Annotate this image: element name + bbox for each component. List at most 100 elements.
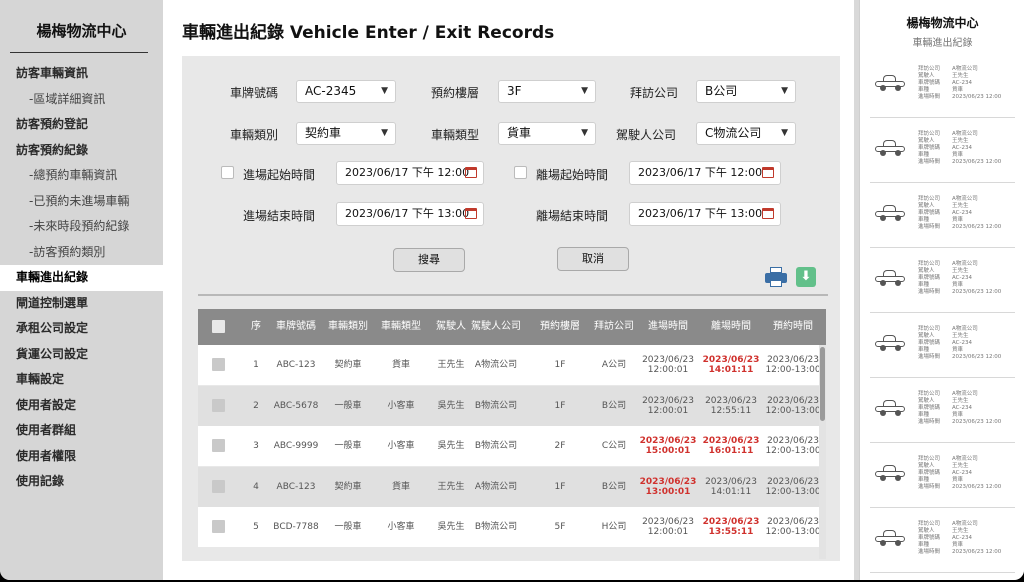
sidebar-item[interactable]: -總預約車輛資訊 [0, 163, 163, 189]
preview-card-line: 拜訪公司 A物流公司 [918, 131, 1001, 138]
column-header[interactable]: 進場時間 [637, 309, 699, 345]
preview-field-label: 駕駛人 [918, 333, 935, 339]
preview-card-info: 拜訪公司 A物流公司 駕駛人 王先生 車牌號碼 AC-234 車種 貨車 進場時間 2023/06… [918, 391, 1001, 426]
column-header[interactable]: 離場時間 [700, 309, 762, 345]
preview-card-line: 車種 貨車 [918, 412, 1001, 419]
calendar-icon[interactable] [465, 208, 477, 219]
sidebar-item[interactable]: 使用者設定 [0, 393, 163, 419]
scrollbar-thumb[interactable] [820, 347, 825, 421]
search-button[interactable]: 搜尋 [393, 248, 465, 272]
column-header[interactable]: 預約樓層 [535, 309, 585, 345]
preview-card-info: 拜訪公司 A物流公司 駕駛人 王先生 車牌號碼 AC-234 車種 貨車 進場時間 2023/06… [918, 66, 1001, 101]
sidebar-item[interactable]: 閘道控制選單 [0, 291, 163, 317]
driver-company-select[interactable]: C物流公司 ▼ [696, 122, 796, 145]
preview-card-line: 車牌號碼 AC-234 [918, 535, 1001, 542]
preview-field-label: 車牌號碼 [918, 80, 941, 86]
sidebar-item[interactable]: 承租公司設定 [0, 316, 163, 342]
enter-start-input[interactable]: 2023/06/17 下午 12:00 [336, 161, 484, 185]
preview-card-info: 拜訪公司 A物流公司 駕駛人 王先生 車牌號碼 AC-234 車種 貨車 進場時間 2023/06… [918, 326, 1001, 361]
sidebar-item[interactable]: 車輛進出紀錄 [0, 265, 163, 291]
vehicle-type-label: 車輛類型 [431, 128, 480, 142]
sidebar-item[interactable]: 貨運公司設定 [0, 342, 163, 368]
column-header[interactable]: 駕駛人 [433, 309, 469, 345]
vehicle-type-select[interactable]: 貨車 ▼ [498, 122, 596, 145]
preview-field-value: AC-234 [952, 340, 972, 346]
preview-card-line: 進場時間 2023/06/23 12:00 [918, 354, 1001, 361]
sidebar-item[interactable]: 訪客車輛資訊 [0, 61, 163, 87]
column-header[interactable]: 車輛類型 [376, 309, 426, 345]
vehicle-class-select[interactable]: 契約車 ▼ [296, 122, 396, 145]
printer-icon[interactable] [765, 267, 787, 287]
enter-end-input[interactable]: 2023/06/17 下午 13:00 [336, 202, 484, 226]
car-icon-part [880, 215, 886, 221]
preview-card-line: 車牌號碼 AC-234 [918, 210, 1001, 217]
preview-field-value: 貨車 [952, 282, 964, 288]
column-header[interactable]: 駕駛人公司 [468, 309, 524, 345]
preview-field-value: 2023/06/23 12:00 [952, 224, 1002, 230]
table-cell: B物流公司 [474, 441, 518, 451]
row-checkbox[interactable] [212, 520, 225, 533]
calendar-icon[interactable] [465, 167, 477, 178]
sidebar-menu: 訪客車輛資訊 -區域詳細資訊 訪客預約登記 訪客預約紀錄 -總預約車輛資訊 -已預約未進場… [0, 61, 163, 495]
preview-field-label: 車牌號碼 [918, 405, 941, 411]
preview-field-value: 貨車 [952, 542, 964, 548]
column-header[interactable]: 車牌號碼 [270, 309, 322, 345]
sidebar-item[interactable]: 使用者群組 [0, 418, 163, 444]
calendar-icon[interactable] [762, 208, 774, 219]
sidebar-item[interactable]: 車輛設定 [0, 367, 163, 393]
table-row[interactable]: 4 ABC-123 契約車 貨車 王先生 A物流公司 1F B公司 2023/06/23 13:0… [198, 466, 821, 507]
table-row[interactable]: 2 ABC-5678 一般車 小客車 吳先生 B物流公司 1F B公司 2023/06/23 12… [198, 385, 821, 426]
sidebar-item[interactable]: 訪客預約登記 [0, 112, 163, 138]
printer-icon-paper [770, 280, 782, 287]
sidebar-item[interactable]: 訪客預約紀錄 [0, 138, 163, 164]
table-row[interactable]: 3 ABC-9999 一般車 小客車 吳先生 B物流公司 2F C公司 2023/06/23 15… [198, 426, 821, 466]
preview-field-label: 車牌號碼 [918, 275, 941, 281]
exit-start-input[interactable]: 2023/06/17 下午 12:00 [629, 161, 781, 185]
preview-field-label: 進場時間 [918, 354, 941, 360]
enter-time-checkbox[interactable] [221, 166, 234, 179]
floor-label: 預約樓層 [431, 86, 480, 100]
floor-select[interactable]: 3F ▼ [498, 80, 596, 103]
column-header[interactable]: 序 [247, 309, 265, 345]
preview-field-label: 車牌號碼 [918, 340, 941, 346]
preview-title: 楊梅物流中心 [906, 16, 979, 30]
row-checkbox[interactable] [212, 479, 225, 493]
table-row[interactable]: 5 BCD-7788 一般車 小客車 吳先生 B物流公司 5F H公司 2023/06/23 12… [198, 507, 821, 547]
preview-card-line: 進場時間 2023/06/23 12:00 [918, 159, 1001, 166]
sidebar-item[interactable]: -未來時段預約紀錄 [0, 214, 163, 240]
time-cell-time: 13:55:11 [708, 527, 754, 537]
exit-start-label: 離場起始時間 [536, 168, 609, 182]
sidebar-item[interactable]: -區域詳細資訊 [0, 87, 163, 113]
sidebar-item[interactable]: 使用記錄 [0, 469, 163, 495]
preview-field-value: AC-234 [952, 80, 972, 86]
sidebar-item[interactable]: -已預約未進場車輛 [0, 189, 163, 215]
select-all-checkbox[interactable] [212, 320, 225, 333]
plate-select[interactable]: AC-2345 ▼ [296, 80, 396, 103]
preview-card-line: 駕駛人 王先生 [918, 528, 1001, 535]
column-header[interactable]: 拜訪公司 [592, 309, 636, 345]
table-row[interactable]: 1 ABC-123 契約車 貨車 王先生 A物流公司 1F A公司 2023/06/23 12:0… [198, 345, 821, 385]
company-select[interactable]: B公司 ▼ [696, 80, 796, 103]
sidebar-item[interactable]: 使用者權限 [0, 444, 163, 470]
cancel-button[interactable]: 取消 [557, 247, 629, 271]
exit-time-checkbox[interactable] [514, 166, 527, 179]
sidebar-item[interactable]: -訪客預約類別 [0, 240, 163, 266]
table-scrollbar[interactable] [819, 345, 826, 559]
preview-field-label: 進場時間 [918, 159, 941, 165]
column-header[interactable]: 預約時間 [762, 309, 824, 345]
preview-card-line: 駕駛人 王先生 [918, 138, 1001, 145]
preview-card-line: 駕駛人 王先生 [918, 268, 1001, 275]
preview-field-label: 車種 [918, 282, 930, 288]
preview-card-line: 車種 貨車 [918, 282, 1001, 289]
download-icon[interactable]: ⬇ [796, 267, 816, 287]
preview-field-label: 駕駛人 [918, 138, 935, 144]
row-checkbox[interactable] [212, 439, 225, 452]
calendar-icon[interactable] [762, 167, 774, 178]
column-header[interactable]: 車輛類別 [323, 309, 373, 345]
time-cell-time: 12:00-13:00 [765, 486, 821, 497]
app-window: 楊梅物流中心 訪客車輛資訊 -區域詳細資訊 訪客預約登記 訪客預約紀錄 -總預約車輛資訊… [0, 0, 1024, 580]
exit-end-input[interactable]: 2023/06/17 下午 13:00 [629, 202, 781, 226]
row-checkbox[interactable] [212, 398, 225, 412]
preview-field-label: 駕駛人 [918, 203, 935, 209]
row-checkbox[interactable] [212, 358, 225, 371]
